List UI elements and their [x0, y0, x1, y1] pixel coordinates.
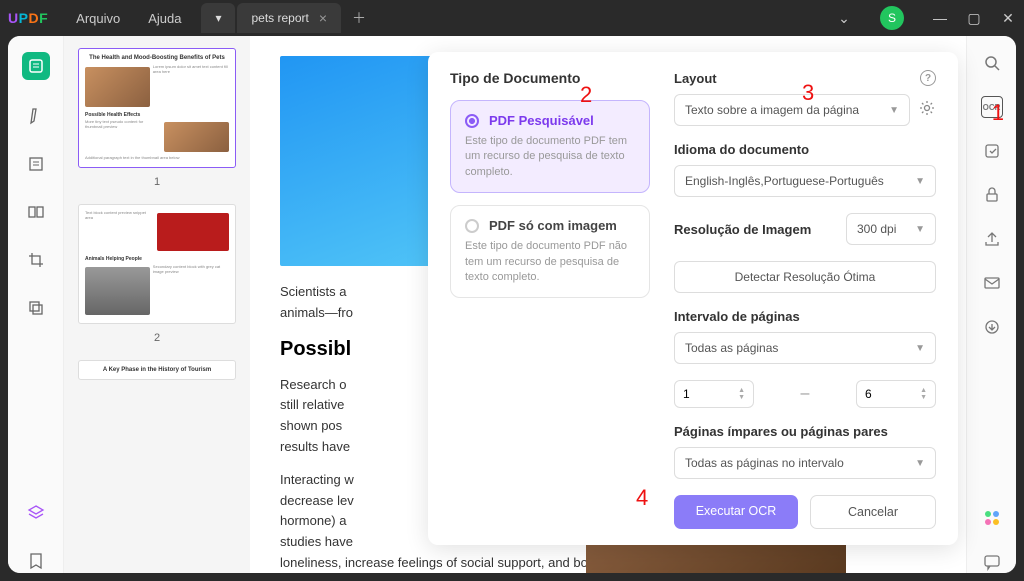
run-ocr-button[interactable]: Executar OCR — [674, 495, 798, 529]
tab-blank[interactable]: ▾ — [201, 3, 235, 33]
left-toolbar — [8, 36, 64, 573]
convert-icon[interactable] — [981, 140, 1003, 162]
share-icon[interactable] — [981, 228, 1003, 250]
menu-help[interactable]: Ajuda — [148, 11, 181, 26]
parity-select[interactable]: Todas as páginas no intervalo▼ — [674, 447, 936, 479]
chevron-down-icon[interactable]: ⌄ — [836, 10, 852, 26]
ocr-panel: Tipo de Documento PDF Pesquisável Este t… — [428, 52, 958, 545]
annotation-2: 2 — [580, 82, 592, 108]
radio-off-icon — [465, 219, 479, 233]
chevron-down-icon: ▼ — [915, 343, 925, 354]
lang-label: Idioma do documento — [674, 142, 936, 157]
thumbnail-page-3[interactable]: A Key Phase in the History of Tourism — [78, 360, 236, 380]
radio-on-icon — [465, 114, 479, 128]
close-tab-icon[interactable]: × — [319, 10, 327, 26]
help-icon[interactable]: ? — [920, 70, 936, 86]
thumbnail-panel: The Health and Mood-Boosting Benefits of… — [64, 36, 250, 573]
thumb-title: The Health and Mood-Boosting Benefits of… — [85, 55, 229, 62]
thumb-number-1: 1 — [78, 176, 236, 188]
range-from-input[interactable]: 1▲▼ — [674, 380, 754, 408]
detect-resolution-button[interactable]: Detectar Resolução Ótima — [674, 261, 936, 293]
chevron-down-icon: ▼ — [915, 224, 925, 235]
close-window-icon[interactable]: ✕ — [1000, 10, 1016, 26]
layout-select[interactable]: Texto sobre a imagem da página▼ — [674, 94, 910, 126]
tab-label: pets report — [251, 11, 308, 25]
chat-icon[interactable] — [981, 551, 1003, 573]
maximize-icon[interactable]: ▢ — [966, 10, 982, 26]
range-select[interactable]: Todas as páginas▼ — [674, 332, 936, 364]
bookmark-icon[interactable] — [24, 549, 48, 573]
tab-area: ▾ pets report × ＋ — [201, 0, 836, 36]
window-controls: ⌄ S ― ▢ ✕ — [836, 6, 1016, 30]
gear-icon[interactable] — [918, 99, 936, 122]
menu-file[interactable]: Arquivo — [76, 11, 120, 26]
chevron-down-icon: ▼ — [915, 458, 925, 469]
annotation-1: 1 — [992, 100, 1004, 126]
tab-document[interactable]: pets report × — [237, 3, 341, 33]
stamp-tool-icon[interactable] — [24, 296, 48, 320]
range-label: Intervalo de páginas — [674, 309, 936, 324]
protect-icon[interactable] — [981, 184, 1003, 206]
doctype-searchable[interactable]: PDF Pesquisável Este tipo de documento P… — [450, 100, 650, 193]
thumbnail-page-1[interactable]: The Health and Mood-Boosting Benefits of… — [78, 48, 236, 168]
range-to-input[interactable]: 6▲▼ — [856, 380, 936, 408]
ai-icon[interactable] — [981, 507, 1003, 529]
thumb-number-2: 2 — [78, 332, 236, 344]
thumbnail-page-2[interactable]: Text block content preview snippet area … — [78, 204, 236, 324]
cancel-button[interactable]: Cancelar — [810, 495, 936, 529]
chevron-down-icon: ▼ — [889, 105, 899, 116]
res-label: Resolução de Imagem — [674, 222, 836, 237]
parity-label: Páginas ímpares ou páginas pares — [674, 424, 936, 439]
save-icon[interactable] — [981, 316, 1003, 338]
minimize-icon[interactable]: ― — [932, 10, 948, 26]
layers-icon[interactable] — [24, 501, 48, 525]
lang-select[interactable]: English-Inglês,Portuguese-Português▼ — [674, 165, 936, 197]
search-icon[interactable] — [981, 52, 1003, 74]
new-tab-button[interactable]: ＋ — [351, 10, 367, 26]
titlebar: UPDF Arquivo Ajuda ▾ pets report × ＋ ⌄ S… — [0, 0, 1024, 36]
comment-tool-icon[interactable] — [24, 104, 48, 128]
res-select[interactable]: 300 dpi▼ — [846, 213, 936, 245]
edit-tool-icon[interactable] — [24, 152, 48, 176]
annotation-3: 3 — [802, 80, 814, 106]
doctype-image-only[interactable]: PDF só com imagem Este tipo de documento… — [450, 205, 650, 298]
organize-tool-icon[interactable] — [24, 200, 48, 224]
reader-mode-icon[interactable] — [22, 52, 50, 80]
mail-icon[interactable] — [981, 272, 1003, 294]
doctype-title: Tipo de Documento — [450, 70, 650, 86]
annotation-4: 4 — [636, 485, 648, 511]
chevron-down-icon: ▼ — [915, 176, 925, 187]
crop-tool-icon[interactable] — [24, 248, 48, 272]
avatar[interactable]: S — [880, 6, 904, 30]
app-logo: UPDF — [8, 10, 48, 26]
